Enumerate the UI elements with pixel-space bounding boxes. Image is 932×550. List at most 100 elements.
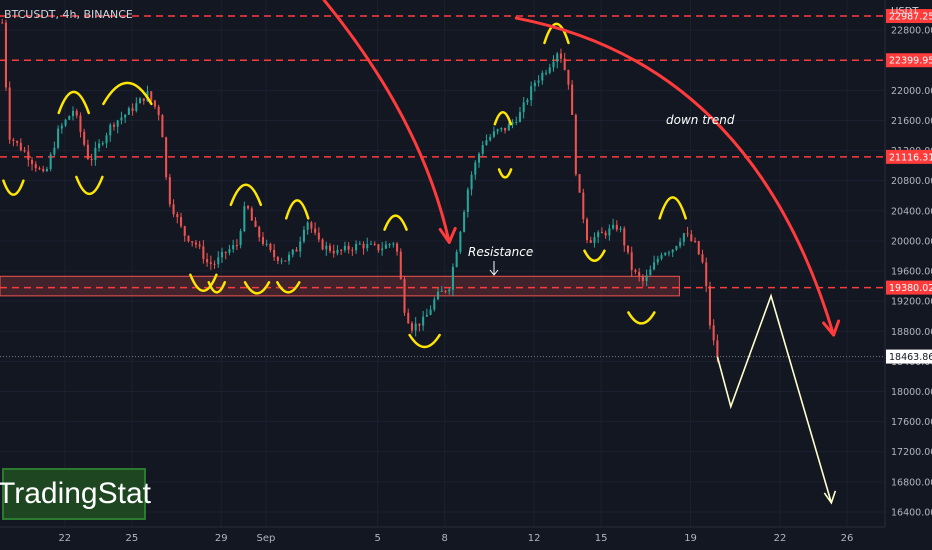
x-tick-label: 15 xyxy=(595,533,608,544)
candle-body xyxy=(142,98,145,102)
candle-body xyxy=(112,124,116,127)
symbol-info[interactable]: BTCUSDT, 4h, BINANCE xyxy=(4,8,133,21)
candle-body xyxy=(384,244,387,249)
candle-body xyxy=(440,290,443,292)
candle-body xyxy=(694,240,697,242)
candle-body xyxy=(183,226,186,236)
candle-body xyxy=(19,142,22,151)
y-tick-label: 19600.00 xyxy=(891,267,932,278)
axis-currency: USDT xyxy=(891,6,919,17)
candle-body xyxy=(496,129,499,132)
x-tick-label: 19 xyxy=(684,533,697,544)
candle-body xyxy=(634,270,637,272)
candle-body xyxy=(518,112,521,122)
candle-body xyxy=(153,100,156,107)
candle-body xyxy=(239,231,242,246)
candle-body xyxy=(600,232,603,234)
candle-body xyxy=(291,249,294,255)
candle-body xyxy=(597,232,600,238)
candle-body xyxy=(705,262,708,287)
candle-body xyxy=(176,214,179,218)
price-axis[interactable]: 16400.00 16800.00 17200.00 17600.00 18000.00… xyxy=(884,0,932,550)
candle-body xyxy=(295,249,298,252)
trough-marker xyxy=(497,168,513,179)
candle-body xyxy=(209,262,212,264)
level-label: 19380.02 xyxy=(889,283,932,294)
y-tick-label: 16800.00 xyxy=(891,477,932,488)
candle-body xyxy=(671,249,674,253)
candle-body xyxy=(105,135,108,144)
candle-body xyxy=(310,222,313,229)
candle-body xyxy=(179,217,183,227)
candle-body xyxy=(533,82,536,87)
candle-body xyxy=(116,120,119,127)
candle-body xyxy=(49,154,52,170)
current-price-label: 18463.86 xyxy=(889,352,932,363)
candle-body xyxy=(507,124,510,131)
candle-body xyxy=(213,263,216,265)
candle-body xyxy=(541,72,544,81)
candle-body xyxy=(399,251,402,280)
candle-body xyxy=(396,243,399,252)
candle-body xyxy=(530,86,533,101)
candle-body xyxy=(161,115,164,138)
candle-body xyxy=(194,242,197,245)
candle-body xyxy=(545,72,548,74)
candle-body xyxy=(228,249,231,253)
candle-body xyxy=(425,314,428,317)
peak-marker xyxy=(383,214,408,231)
candle-body xyxy=(101,143,104,145)
candle-body xyxy=(463,211,466,232)
candle-body xyxy=(8,87,11,140)
candle-body xyxy=(191,241,194,243)
x-tick-label: 25 xyxy=(125,533,138,544)
candle-body xyxy=(306,222,309,230)
candle-body xyxy=(641,276,644,282)
resistance-label: Resistance xyxy=(468,245,533,259)
candle-body xyxy=(630,252,633,271)
candle-body xyxy=(612,224,615,229)
candle-body xyxy=(675,246,678,250)
candle-body xyxy=(247,206,250,209)
candle-body xyxy=(60,125,63,129)
candle-body xyxy=(418,323,421,326)
candle-body xyxy=(481,145,484,154)
peak-marker xyxy=(284,199,310,220)
candle-body xyxy=(492,131,495,137)
candle-body xyxy=(328,245,332,251)
candle-body xyxy=(608,228,611,236)
candle-body xyxy=(131,108,134,111)
candle-body xyxy=(299,241,302,252)
candle-body xyxy=(150,91,153,101)
candle-body xyxy=(273,249,276,258)
candle-body xyxy=(224,251,227,253)
candle-body xyxy=(358,243,361,245)
candle-body xyxy=(459,231,462,252)
candle-body xyxy=(619,228,622,230)
y-tick-label: 18800.00 xyxy=(891,327,932,338)
candle-body xyxy=(109,124,112,136)
candle-body xyxy=(168,177,171,205)
candle-body xyxy=(437,291,440,300)
time-axis[interactable]: 22 25 29 Sep 5 8 12 15 19 22 26 xyxy=(0,526,885,544)
trough-marker xyxy=(408,333,441,349)
candle-body xyxy=(388,244,391,246)
candle-body xyxy=(79,115,82,132)
candle-body xyxy=(321,239,324,250)
candle-body xyxy=(563,58,566,70)
trend-arrow-left xyxy=(322,0,451,244)
brand-logo: TradingStat xyxy=(0,468,151,520)
candle-body xyxy=(165,137,168,178)
candle-body xyxy=(369,243,373,245)
candle-body xyxy=(381,248,384,251)
candle-body xyxy=(444,290,447,292)
candle-body xyxy=(571,84,574,115)
candle-body xyxy=(474,162,477,175)
candle-body xyxy=(250,208,253,221)
candle-body xyxy=(34,164,37,169)
candle-body xyxy=(280,260,283,262)
down-trend-label: down trend xyxy=(666,113,735,127)
candle-body xyxy=(697,241,700,255)
y-tick-label: 22000.00 xyxy=(891,86,932,97)
y-tick-label: 20400.00 xyxy=(891,206,932,217)
